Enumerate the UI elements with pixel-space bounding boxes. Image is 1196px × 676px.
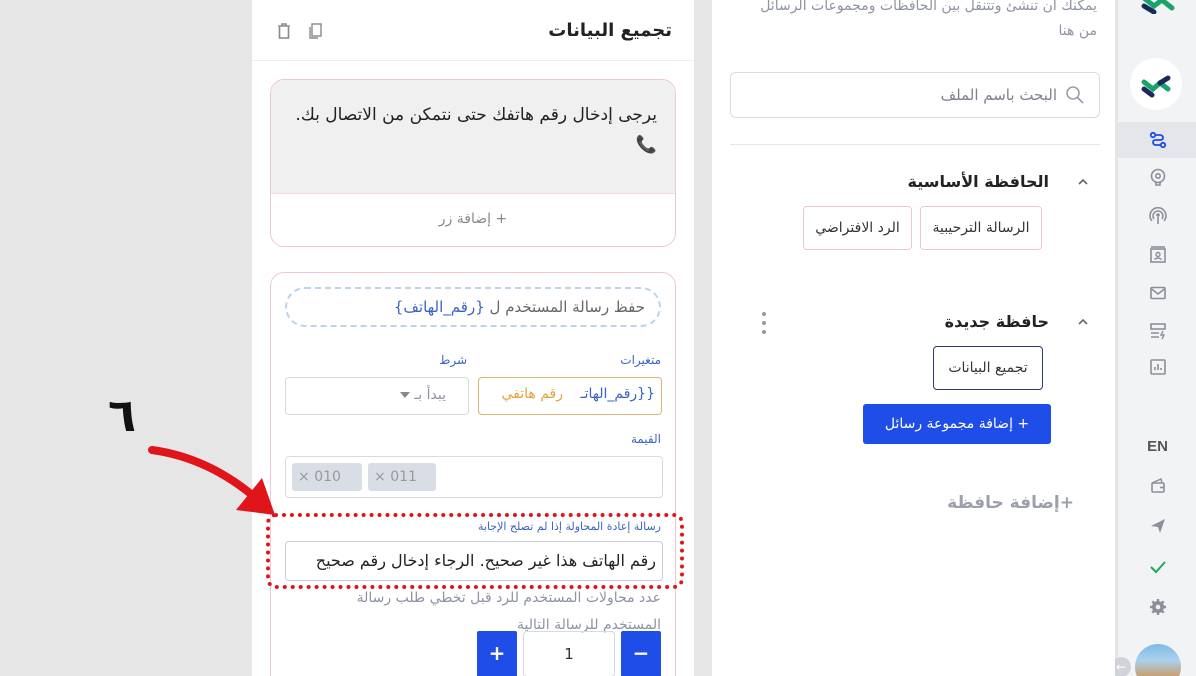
brain-icon[interactable] — [1118, 168, 1196, 190]
value-label: القيمة — [630, 432, 661, 446]
search-icon — [1066, 86, 1084, 104]
attempts-value[interactable]: 1 — [523, 631, 615, 676]
value-tags-input[interactable]: × 010 × 011 — [285, 456, 663, 498]
condition-label: شرط — [439, 353, 467, 367]
forms-icon[interactable] — [1118, 322, 1196, 344]
editor-header-divider — [252, 60, 694, 61]
message-chip-welcome[interactable]: الرسالة الترحيبية — [920, 206, 1042, 250]
save-variable-tag: {رقم_الهاتف} — [393, 298, 485, 316]
step-number: ٦ — [108, 388, 137, 442]
remove-tag-icon[interactable]: × — [298, 469, 314, 485]
save-input-card: حفظ رسالة المستخدم ل {رقم_الهاتف} متغيرا… — [270, 272, 676, 676]
save-user-message-toggle[interactable]: حفظ رسالة المستخدم ل {رقم_الهاتف} — [285, 287, 661, 327]
message-text[interactable]: يرجى إدخال رقم هاتفك حتى نتمكن من الاتصا… — [271, 80, 675, 193]
check-icon[interactable] — [1118, 558, 1196, 580]
flow-icon[interactable] — [1118, 131, 1196, 153]
value-tag[interactable]: × 010 — [292, 463, 362, 491]
search-box[interactable] — [730, 72, 1100, 118]
caret-down-icon — [400, 392, 410, 398]
add-message-group-button[interactable]: + إضافة مجموعة رسائل — [863, 404, 1051, 444]
condition-select[interactable]: يبدأ بـ — [285, 377, 469, 415]
add-button-button[interactable]: + إضافة زر — [271, 193, 675, 246]
more-options-icon[interactable] — [760, 310, 768, 336]
language-toggle[interactable]: EN — [1118, 438, 1196, 455]
analytics-icon[interactable] — [1118, 358, 1196, 380]
editor-title: تجميع البيانات — [548, 20, 672, 41]
message-chip-data-collection[interactable]: تجميع البيانات — [933, 346, 1043, 390]
mail-icon[interactable] — [1118, 284, 1196, 306]
save-prefix-text: حفظ رسالة المستخدم ل — [489, 298, 645, 316]
add-folder-button[interactable]: +إضافة حافظة — [934, 493, 1074, 513]
wallet-icon[interactable] — [1118, 476, 1196, 498]
tag-text: 010 — [314, 469, 341, 485]
workspace-logo[interactable] — [1130, 58, 1182, 110]
chevron-up-icon[interactable] — [1076, 175, 1090, 189]
decrement-button[interactable]: − — [621, 631, 661, 676]
annotation-arrow-icon — [148, 446, 275, 515]
brand-logo-icon — [1141, 0, 1175, 14]
remove-tag-icon[interactable]: × — [374, 469, 390, 485]
search-divider — [730, 144, 1100, 145]
condition-value: يبدأ بـ — [414, 387, 446, 403]
increment-button[interactable]: + — [477, 631, 517, 676]
variable-name: رقم هاتفي — [501, 386, 563, 402]
user-avatar[interactable] — [1135, 644, 1181, 676]
brand-logo-icon — [1141, 75, 1171, 98]
message-chip-default-reply[interactable]: الرد الافتراضي — [803, 206, 912, 250]
message-card: يرجى إدخال رقم هاتفك حتى نتمكن من الاتصا… — [270, 79, 676, 247]
trash-icon[interactable] — [276, 22, 292, 40]
contacts-icon[interactable] — [1118, 246, 1196, 268]
folder-title-main[interactable]: الحافظة الأساسية — [908, 172, 1049, 191]
folders-intro: يمكنك أن تنشئ وتتنقل بين الحافظات ومجموع… — [760, 0, 1097, 39]
broadcast-icon[interactable] — [1118, 206, 1196, 229]
value-tag[interactable]: × 011 — [368, 463, 436, 491]
search-input[interactable] — [757, 86, 1057, 104]
tag-text: 011 — [390, 469, 417, 485]
folder-title-new[interactable]: حافظة جديدة — [945, 312, 1049, 331]
variables-label: متغيرات — [620, 353, 661, 367]
settings-icon[interactable] — [1118, 598, 1196, 620]
folders-panel: يمكنك أن تنشئ وتتنقل بين الحافظات ومجموع… — [712, 0, 1115, 676]
variable-value: {{رقم_الهاتـ — [580, 386, 655, 402]
variable-select[interactable]: {{رقم_الهاتـ رقم هاتفي — [478, 377, 662, 415]
copy-icon[interactable] — [307, 22, 323, 40]
send-icon[interactable] — [1118, 517, 1196, 539]
highlight-box — [266, 513, 684, 589]
icon-rail: EN ← — [1111, 0, 1196, 676]
chevron-up-icon[interactable] — [1076, 315, 1090, 329]
